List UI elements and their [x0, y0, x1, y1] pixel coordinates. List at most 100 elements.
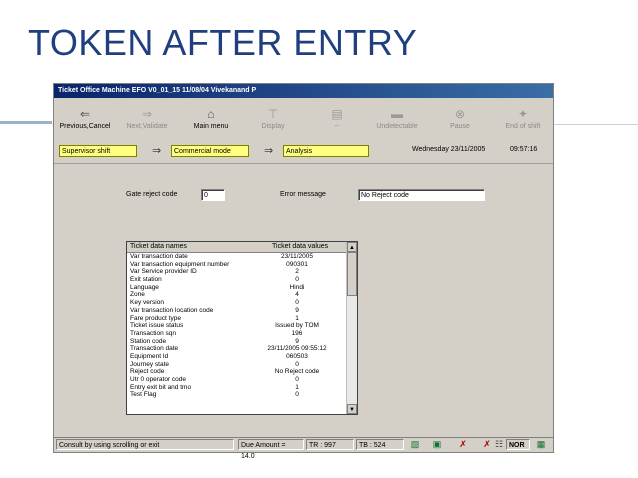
- end-of-shift-button[interactable]: ✦ End of shift: [500, 104, 546, 142]
- table-row[interactable]: Entry exit bit and tmo 1: [127, 384, 347, 392]
- scroll-down-icon[interactable]: ▼: [347, 404, 357, 414]
- table-row[interactable]: Reject code No Reject code: [127, 368, 347, 376]
- table-row[interactable]: Key version 0: [127, 299, 347, 307]
- error-message-field[interactable]: No Reject code: [358, 189, 485, 201]
- main-menu-button[interactable]: ⌂ Main menu: [188, 104, 234, 142]
- gate-reject-label: Gate reject code: [126, 191, 178, 198]
- time-display: 09:57:16: [510, 146, 538, 153]
- column-header-values[interactable]: Ticket data values: [272, 242, 328, 252]
- previous-cancel-button[interactable]: ⇐ Previous,Cancel: [58, 104, 112, 142]
- due-amount: Due Amount = 14.0: [238, 439, 304, 460]
- toolbar: ⇐ Previous,Cancel ⇒ Next,Validate ⌂ Main…: [54, 104, 553, 144]
- close-circle-icon: ⊗: [454, 107, 466, 121]
- row-name: Language: [130, 283, 159, 291]
- gate-reject-field[interactable]: 0: [201, 189, 225, 201]
- decorative-line: [0, 121, 52, 124]
- disconnected-icon: ✗: [459, 439, 467, 449]
- statusbar: Consult by using scrolling or exit Due A…: [54, 437, 553, 460]
- row-name: Var Service provider ID: [130, 268, 197, 276]
- table-row[interactable]: Var transaction location code 9: [127, 307, 347, 315]
- table-row[interactable]: Utr 0 operator code 0: [127, 376, 347, 384]
- row-name: Transaction date: [130, 345, 179, 353]
- row-value: 9: [295, 337, 299, 345]
- row-value: No Reject code: [274, 368, 320, 376]
- row-value: 0: [295, 299, 299, 307]
- table-row[interactable]: Zone 4: [127, 291, 347, 299]
- list-header: Ticket data names Ticket data values: [127, 242, 347, 253]
- date-display: Wednesday 23/11/2005: [412, 146, 486, 153]
- row-name: Var transaction equipment number: [130, 260, 230, 268]
- document-icon: ▤: [331, 107, 343, 121]
- row-name: Reject code: [130, 368, 165, 376]
- arrow-right-icon: ⇒: [264, 145, 274, 157]
- row-value: 23/11/2005: [280, 253, 314, 260]
- row-value: Hindi: [289, 283, 305, 291]
- row-name: Var transaction date: [130, 253, 188, 260]
- shift-indicator: Supervisor shift: [59, 145, 137, 157]
- card-icon: ▬: [391, 107, 403, 121]
- printer-icon: ▧: [410, 439, 420, 449]
- table-row[interactable]: Var Service provider ID 2: [127, 268, 347, 276]
- table-row[interactable]: Equipment Id 060503: [127, 353, 347, 361]
- next-validate-label: Next,Validate: [126, 123, 168, 130]
- arrow-left-icon: ⇐: [79, 107, 91, 121]
- row-value: 23/11/2005 09:55:12: [267, 345, 327, 353]
- arrow-right-icon: ⇒: [141, 107, 153, 121]
- display-button[interactable]: ⊤ Display: [254, 104, 292, 142]
- row-name: Equipment Id: [130, 352, 169, 360]
- row-name: Fare product type: [130, 314, 181, 322]
- row-name: Entry exit bit and tmo: [130, 383, 192, 391]
- undetectable-label: Undetectable: [376, 123, 418, 130]
- screen-indicator: Analysis: [283, 145, 369, 157]
- nor-indicator: NOR: [506, 439, 530, 450]
- row-name: Var transaction location code: [130, 306, 214, 314]
- row-value: 1: [295, 314, 299, 322]
- tr-counter: TR : 997: [306, 439, 354, 450]
- next-validate-button[interactable]: ⇒ Next,Validate: [122, 104, 172, 142]
- row-value: 060503: [286, 352, 308, 360]
- table-row[interactable]: Ticket issue status Issued by TOM: [127, 322, 347, 330]
- tb-counter: TB : 524: [356, 439, 404, 450]
- main-menu-label: Main menu: [193, 123, 229, 130]
- row-value: 1: [295, 383, 299, 391]
- row-value: 9: [295, 306, 299, 314]
- slide-title: TOKEN AFTER ENTRY: [28, 22, 418, 63]
- row-value: 090301: [286, 260, 308, 268]
- row-value: 0: [295, 376, 299, 383]
- row-name: Key version: [130, 299, 164, 307]
- column-header-names[interactable]: Ticket data names: [130, 242, 187, 252]
- mode-indicator: Commercial mode: [171, 145, 249, 157]
- row-value: Issued by TOM: [275, 322, 319, 330]
- table-row[interactable]: Transaction date 23/11/2005 09:55:12: [127, 345, 347, 353]
- row-value: 0: [295, 276, 299, 284]
- row-name: Exit station: [130, 276, 162, 284]
- pause-button[interactable]: ⊗ Pause: [444, 104, 476, 142]
- scroll-up-icon[interactable]: ▲: [347, 242, 357, 252]
- row-value: 2: [295, 268, 299, 276]
- table-row[interactable]: Exit station 0: [127, 276, 347, 284]
- end-of-shift-label: End of shift: [505, 123, 541, 130]
- list-rows: Var transaction date 23/11/2005 Var transa…: [127, 253, 347, 399]
- ticket-data-list[interactable]: Ticket data names Ticket data values Var…: [126, 241, 358, 415]
- table-row[interactable]: Var transaction date 23/11/2005: [127, 253, 347, 261]
- blank-button[interactable]: ▤ --: [322, 104, 352, 142]
- undetectable-button[interactable]: ▬ Undetectable: [372, 104, 422, 142]
- window-titlebar: Ticket Office Machine EFO V0_01_15 11/08…: [54, 84, 553, 98]
- runner-icon: ✦: [517, 107, 529, 121]
- row-name: Test Flag: [130, 391, 157, 399]
- previous-cancel-label: Previous,Cancel: [59, 123, 111, 130]
- vertical-scrollbar[interactable]: ▲ ▼: [346, 242, 357, 414]
- table-row[interactable]: Test Flag 0: [127, 391, 347, 399]
- scroll-thumb[interactable]: [347, 252, 357, 296]
- device-icon: ▣: [432, 439, 442, 449]
- table-row[interactable]: Station code 9: [127, 338, 347, 346]
- table-row[interactable]: Language Hindi: [127, 284, 347, 292]
- row-name: Station code: [130, 337, 167, 345]
- table-row[interactable]: Var transaction equipment number 090301: [127, 261, 347, 269]
- table-row[interactable]: Fare product type 1: [127, 315, 347, 323]
- row-value: 0: [295, 360, 299, 368]
- table-row[interactable]: Journey state 0: [127, 361, 347, 369]
- table-row[interactable]: Transaction sqn 196: [127, 330, 347, 338]
- row-value: 4: [295, 291, 299, 299]
- row-value: 0: [295, 391, 299, 399]
